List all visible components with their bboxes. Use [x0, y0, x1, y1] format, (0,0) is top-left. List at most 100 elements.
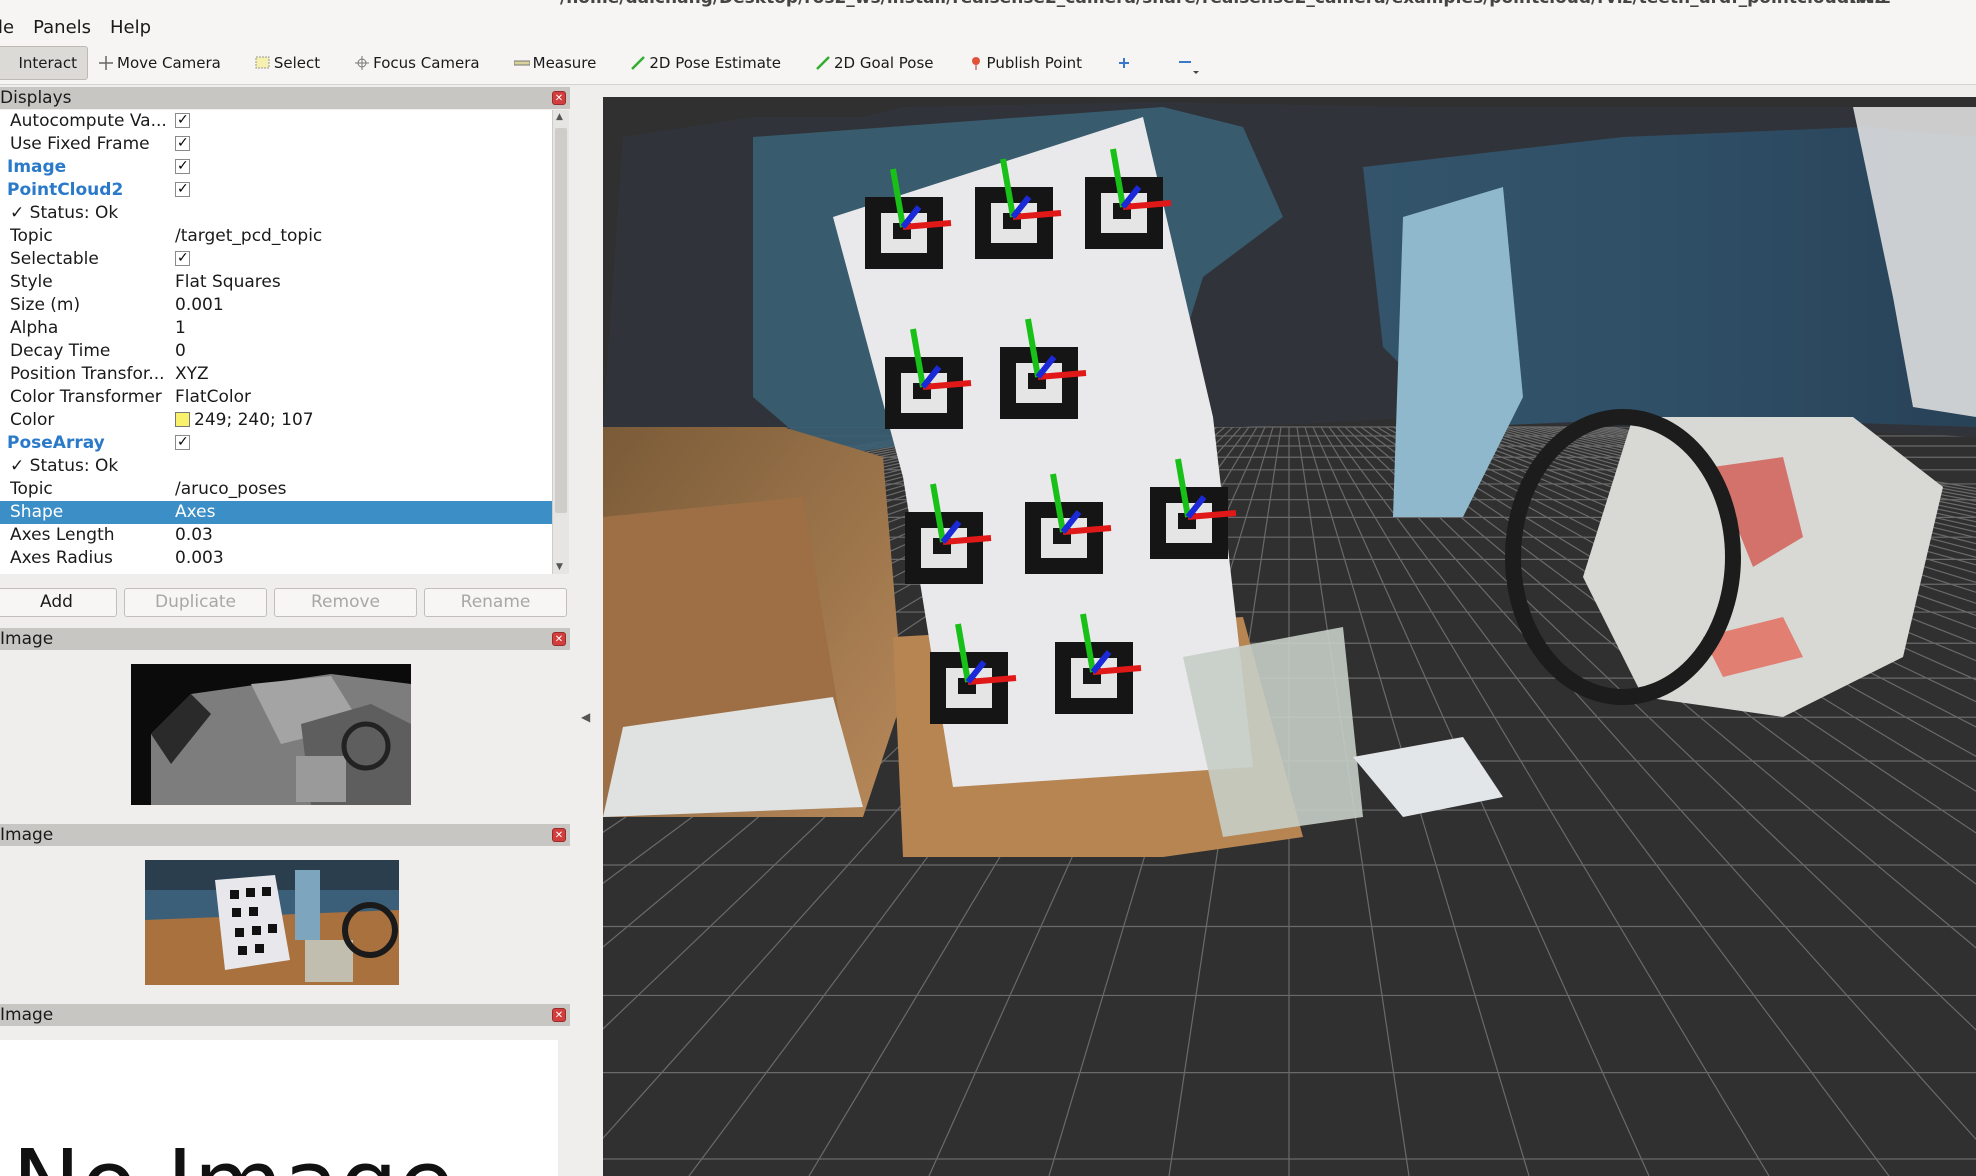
interact-icon — [5, 56, 15, 70]
display-property-row[interactable]: Size (m) 0.001 — [0, 294, 552, 317]
select-icon — [255, 56, 271, 70]
focus-camera-icon — [354, 56, 370, 70]
display-property-row[interactable]: Color 249; 240; 107 — [0, 409, 552, 432]
focus-camera-button[interactable]: Focus Camera — [344, 46, 489, 80]
scroll-thumb[interactable] — [555, 128, 567, 513]
duplicate-button[interactable]: Duplicate — [124, 588, 267, 617]
select-button[interactable]: Select — [245, 46, 330, 80]
display-property-row[interactable]: Axes Radius 0.003 — [0, 547, 552, 570]
close-icon[interactable]: ✕ — [552, 632, 566, 646]
3d-viewport[interactable] — [603, 97, 1976, 1176]
display-property-row[interactable]: Alpha 1 — [0, 317, 552, 340]
collapse-left-icon[interactable]: ◀ — [581, 710, 590, 724]
display-property-row[interactable]: Shape Axes — [0, 501, 552, 524]
displays-panel-header: Displays ✕ — [0, 87, 570, 109]
menu-help[interactable]: Help — [110, 17, 160, 38]
no-image-panel: No Image — [0, 1040, 558, 1176]
property-name: Decay Time — [10, 341, 111, 361]
property-value-text: 0.003 — [175, 548, 224, 568]
goal-pose-button[interactable]: 2D Goal Pose — [805, 46, 944, 80]
property-value[interactable] — [175, 132, 190, 156]
property-value: /target_pcd_topic — [175, 225, 322, 248]
dock-splitter[interactable]: ◀ — [570, 86, 603, 1176]
property-name: Axes Length — [10, 525, 115, 545]
remove-tool-button[interactable] — [1167, 46, 1206, 80]
toolbar: Interact Move Camera Select Focus Camera… — [0, 42, 1976, 85]
move-camera-button[interactable]: Move Camera — [88, 46, 231, 80]
display-property-row[interactable]: Autocompute Va... — [0, 110, 552, 133]
display-property-row[interactable]: Color Transformer FlatColor — [0, 386, 552, 409]
display-property-row[interactable]: Use Fixed Frame — [0, 132, 552, 156]
window-title: /home/dalchang/Desktop/ros2_ws/install/r… — [560, 0, 1891, 8]
viewport-top-margin — [603, 86, 1976, 97]
display-property-row[interactable]: ✓ Status: Ok — [0, 455, 552, 478]
property-name: Size (m) — [10, 295, 81, 315]
pose-estimate-button[interactable]: 2D Pose Estimate — [620, 46, 791, 80]
display-property-row[interactable]: Style Flat Squares — [0, 271, 552, 294]
property-value[interactable] — [175, 431, 190, 455]
checkbox[interactable] — [175, 431, 190, 454]
property-value-text: 0.03 — [175, 525, 213, 545]
checkbox[interactable] — [175, 247, 190, 270]
property-value-text: /target_pcd_topic — [175, 226, 323, 246]
property-name: Shape — [10, 502, 64, 522]
rename-button[interactable]: Rename — [424, 588, 567, 617]
property-name: ✓ Status: Ok — [10, 456, 119, 476]
menu-file[interactable]: le — [0, 17, 23, 38]
display-property-row[interactable]: PoseArray — [0, 431, 552, 455]
display-property-row[interactable]: Decay Time 0 — [0, 340, 552, 363]
checkbox[interactable] — [175, 110, 190, 132]
checkbox[interactable] — [175, 132, 190, 155]
minus-icon — [1177, 56, 1200, 74]
add-tool-button[interactable] — [1106, 46, 1145, 80]
image-panel-header: Image ✕ — [0, 1004, 570, 1026]
property-name: PoseArray — [7, 433, 105, 453]
publish-point-button[interactable]: Publish Point — [958, 46, 1092, 80]
property-name: Axes Radius — [10, 548, 113, 568]
title-bar: /home/dalchang/Desktop/ros2_ws/install/r… — [0, 0, 1976, 12]
display-property-row[interactable]: Axes Length 0.03 — [0, 524, 552, 547]
display-property-row[interactable]: PointCloud2 — [0, 178, 552, 202]
no-image-text: No Image — [12, 1138, 454, 1176]
property-name: Topic — [10, 479, 53, 499]
remove-button[interactable]: Remove — [274, 588, 417, 617]
property-name: Topic — [10, 226, 53, 246]
displays-scrollbar[interactable]: ▲ ▼ — [552, 110, 569, 574]
menu-bar: le Panels Help — [0, 12, 1976, 42]
interact-tool-button[interactable]: Interact — [0, 46, 88, 80]
property-value-text: /aruco_poses — [175, 479, 287, 499]
close-icon[interactable]: ✕ — [552, 1008, 566, 1022]
close-icon[interactable]: ✕ — [552, 91, 566, 105]
checkbox[interactable] — [175, 178, 190, 201]
property-name: Color Transformer — [10, 387, 162, 407]
property-name: Position Transfor... — [10, 364, 165, 384]
display-property-row[interactable]: Position Transfor... XYZ — [0, 363, 552, 386]
add-button[interactable]: Add — [0, 588, 117, 617]
scroll-up-icon[interactable]: ▲ — [556, 112, 563, 122]
image-panel-header: Image ✕ — [0, 628, 570, 650]
image-panel-title: Image — [0, 629, 54, 649]
display-property-row[interactable]: Image — [0, 155, 552, 179]
display-property-row[interactable]: ✓ Status: Ok — [0, 202, 552, 225]
green-arrow-icon — [630, 56, 646, 70]
green-arrow-icon — [815, 56, 831, 70]
property-value-text: Axes — [175, 502, 216, 522]
property-value[interactable] — [175, 110, 190, 133]
property-value[interactable] — [175, 178, 190, 202]
display-property-row[interactable]: Selectable — [0, 247, 552, 271]
display-property-row[interactable]: Topic/aruco_poses — [0, 478, 552, 501]
menu-panels[interactable]: Panels — [33, 17, 100, 38]
measure-label: Measure — [532, 54, 597, 72]
property-value: Flat Squares — [175, 271, 281, 294]
color-swatch[interactable] — [175, 412, 190, 427]
measure-button[interactable]: Measure — [504, 46, 607, 80]
checkbox[interactable] — [175, 155, 190, 178]
depth-image — [131, 664, 411, 805]
scroll-down-icon[interactable]: ▼ — [556, 562, 563, 572]
property-value[interactable] — [175, 155, 190, 179]
app-name: - RViz — [1830, 0, 1885, 8]
close-icon[interactable]: ✕ — [552, 828, 566, 842]
display-property-row[interactable]: Topic/target_pcd_topic — [0, 225, 552, 248]
select-label: Select — [273, 54, 321, 72]
property-value[interactable] — [175, 247, 190, 271]
